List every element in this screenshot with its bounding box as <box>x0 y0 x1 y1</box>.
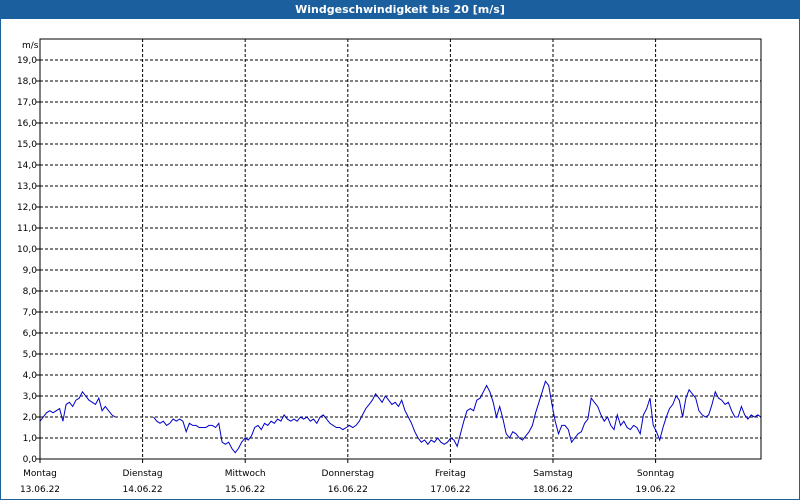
wind-chart: m/s 0,0 1,0 2,0 3,0 4,0 5,0 6,0 7,0 8,0 9,0 10,0 11… <box>17 38 762 495</box>
y-tick-label: 19,0 <box>17 56 37 66</box>
y-tick-label: 7,0 <box>23 308 38 318</box>
x-tick-label-date: 14.06.22 <box>123 485 163 495</box>
y-tick-label: 4,0 <box>23 371 38 381</box>
y-tick-label: 0,0 <box>23 455 38 465</box>
x-axis: Montag 13.06.22 Dienstag 14.06.22 Mittwoch 15… <box>20 459 676 495</box>
x-tick-label-day: Mittwoch <box>225 469 266 479</box>
y-tick-label: 18,0 <box>17 77 37 87</box>
y-tick-label: 3,0 <box>23 392 38 402</box>
y-tick-label: 9,0 <box>23 266 38 276</box>
x-tick-label-day: Dienstag <box>123 469 163 479</box>
y-tick-label: 17,0 <box>17 98 37 108</box>
y-tick-label: 14,0 <box>17 161 37 171</box>
y-axis: 0,0 1,0 2,0 3,0 4,0 5,0 6,0 7,0 8,0 9,0 10,0 11,0 12… <box>17 56 40 465</box>
x-tick-label-date: 19.06.22 <box>636 485 676 495</box>
x-tick-label-date: 13.06.22 <box>20 485 60 495</box>
x-tick-label-date: 16.06.22 <box>328 485 368 495</box>
y-tick-label: 13,0 <box>17 182 37 192</box>
y-tick-label: 10,0 <box>17 245 37 255</box>
y-tick-label: 1,0 <box>23 434 38 444</box>
y-tick-label: 5,0 <box>23 350 38 360</box>
y-tick-label: 12,0 <box>17 203 37 213</box>
grid <box>40 39 761 459</box>
x-tick-label-day: Sonntag <box>637 469 674 479</box>
y-tick-label: 15,0 <box>17 140 37 150</box>
y-tick-label: 8,0 <box>23 287 38 297</box>
y-tick-label: 16,0 <box>17 119 37 129</box>
y-tick-label: 2,0 <box>23 413 38 423</box>
x-tick-label-day: Freitag <box>435 469 466 479</box>
x-tick-label-day: Montag <box>23 469 57 479</box>
y-tick-label: 11,0 <box>17 224 37 234</box>
x-tick-label-date: 17.06.22 <box>430 485 470 495</box>
y-tick-label: 6,0 <box>23 329 38 339</box>
x-tick-label-date: 18.06.22 <box>533 485 573 495</box>
x-tick-label-date: 15.06.22 <box>225 485 265 495</box>
x-tick-label-day: Samstag <box>533 469 572 479</box>
x-tick-label-day: Donnerstag <box>322 469 375 479</box>
y-axis-unit-label: m/s <box>22 41 39 51</box>
